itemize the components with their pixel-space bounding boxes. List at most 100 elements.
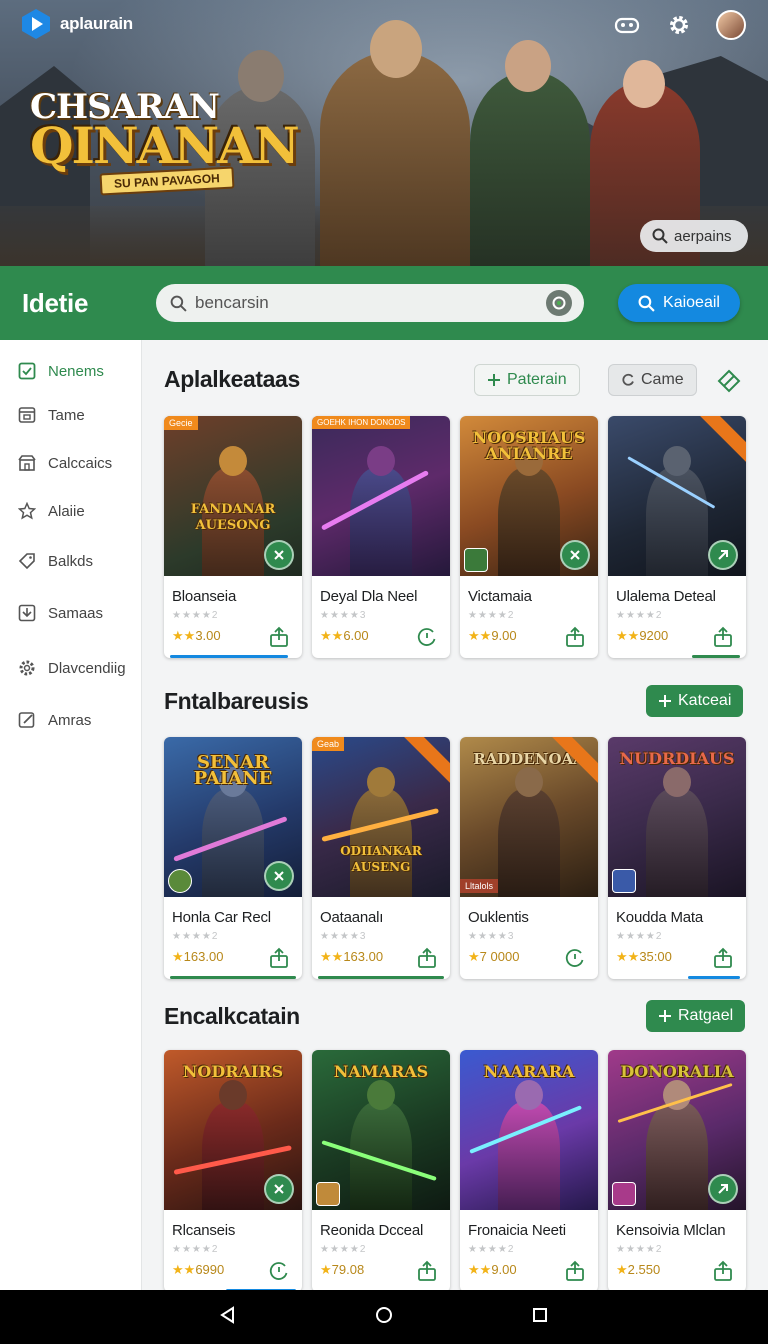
- gear-icon: [19, 660, 35, 676]
- game-card[interactable]: FANDANAR AUESONG Gecie Bloanseia ★★★★2 ★…: [164, 416, 302, 658]
- close-icon[interactable]: [264, 861, 294, 891]
- share-icon[interactable]: [416, 1260, 438, 1282]
- sidebar-item-tame[interactable]: Tame: [18, 406, 85, 424]
- sidebar-item-nenems[interactable]: Nenems: [18, 362, 104, 380]
- game-card[interactable]: GOEHK IHON DONODS Deyal Dla Neel ★★★★3 ★…: [312, 416, 450, 658]
- game-cover-title: SENAR PAIANE: [193, 752, 273, 789]
- game-rating: ★★★★2: [616, 610, 663, 621]
- page-title: Idetie: [22, 287, 89, 318]
- game-card[interactable]: ODIIANKAR AUSENG Geab Oataanalı ★★★★3 ★★…: [312, 737, 450, 979]
- game-cover: ODIIANKAR AUSENG Geab: [312, 737, 450, 897]
- plus-icon: [659, 1010, 671, 1022]
- progress-bar: [692, 655, 740, 658]
- section-add-label: Katceai: [678, 692, 732, 709]
- share-icon[interactable]: [416, 947, 438, 969]
- back-icon[interactable]: [218, 1305, 238, 1330]
- sidebar-item-dlavcendiig[interactable]: Dlavcendiig: [18, 659, 126, 677]
- section-title: Fntalbareusis: [164, 688, 309, 714]
- window-icon: [18, 407, 36, 423]
- share-icon[interactable]: [712, 626, 734, 648]
- sidebar-item-samaas[interactable]: Samaas: [18, 604, 103, 622]
- share-icon[interactable]: [268, 947, 290, 969]
- section-add-label: Ratgael: [678, 1007, 734, 1024]
- game-card[interactable]: Ulalema Deteal ★★★★2 ★★9200: [608, 416, 746, 658]
- progress-bar: [688, 976, 740, 979]
- gear-icon[interactable]: [664, 10, 694, 40]
- game-cover: GOEHK IHON DONODS: [312, 416, 450, 576]
- game-rating: ★★★★2: [468, 1244, 515, 1255]
- close-icon[interactable]: [264, 1174, 294, 1204]
- close-icon[interactable]: [264, 540, 294, 570]
- game-thumb: [464, 548, 488, 572]
- section-filter-button[interactable]: Came: [608, 364, 697, 396]
- voice-search-icon[interactable]: [546, 290, 572, 316]
- sidebar-item-balkds[interactable]: Balkds: [18, 552, 93, 570]
- share-icon[interactable]: [268, 626, 290, 648]
- game-card[interactable]: NOOSRIAUS ANIANRE Victamaia ★★★★2 ★★9.00: [460, 416, 598, 658]
- game-cover-title: FANDANAR AUESONG: [190, 502, 276, 533]
- game-name: Ulalema Deteal: [616, 588, 716, 605]
- game-cover-title: NUDRDIAUS: [619, 749, 735, 768]
- hero-search-button[interactable]: aerpains: [640, 220, 748, 252]
- game-card[interactable]: DONORALIA Kensoivia Mlclan ★★★★2 ★2.550: [608, 1050, 746, 1292]
- hero-banner: aplaurain CHSARAN QINANAN SU PAN PAVAGOH…: [0, 0, 768, 266]
- game-price: ★★6990: [172, 1262, 225, 1277]
- section-filter-label: Came: [641, 371, 684, 388]
- sidebar-item-alaiie[interactable]: Alaiie: [18, 502, 85, 520]
- download-box-icon: [18, 604, 36, 622]
- recents-icon[interactable]: [530, 1305, 550, 1330]
- share-icon[interactable]: [564, 626, 586, 648]
- progress-bar: [318, 976, 444, 979]
- sidebar-item-label: Alaiie: [48, 502, 85, 520]
- section-add-button[interactable]: Katceai: [646, 685, 744, 717]
- app-name: aplaurain: [60, 14, 133, 33]
- gamepad-icon[interactable]: [612, 10, 642, 40]
- share-icon[interactable]: [564, 1260, 586, 1282]
- game-card[interactable]: NUDRDIAUS Koudda Mata ★★★★2 ★★35:00: [608, 737, 746, 979]
- sidebar-item-label: Tame: [48, 406, 85, 424]
- game-thumb: [316, 1182, 340, 1206]
- game-card[interactable]: RADDENOAA Lltalols Ouklentis ★★★★3 ★7 00…: [460, 737, 598, 979]
- section-add-button[interactable]: Paterain: [474, 364, 580, 396]
- game-card[interactable]: NODRAIRS Rlcanseis ★★★★2 ★★6990: [164, 1050, 302, 1292]
- game-rating: ★★★★2: [616, 1244, 663, 1255]
- game-card[interactable]: NAARARA Fronaicia Neeti ★★★★2 ★★9.00: [460, 1050, 598, 1292]
- game-logo: CHSARAN QINANAN SU PAN PAVAGOH: [30, 90, 300, 196]
- game-cover-title: DONORALIA: [620, 1062, 734, 1081]
- game-thumb: [612, 1182, 636, 1206]
- game-cover: NAMARAS: [312, 1050, 450, 1210]
- user-avatar[interactable]: [716, 10, 746, 40]
- game-card[interactable]: SENAR PAIANE Honla Car Recl ★★★★2 ★163.0…: [164, 737, 302, 979]
- top-action-button[interactable]: Kaioeail: [618, 284, 740, 322]
- plus-icon: [488, 374, 500, 386]
- game-name: Ouklentis: [468, 909, 529, 926]
- refresh-icon[interactable]: [416, 626, 438, 648]
- close-icon[interactable]: [560, 540, 590, 570]
- game-tag: Lltalols: [460, 879, 499, 893]
- game-card[interactable]: NAMARAS Reonida Dcceal ★★★★2 ★79.08: [312, 1050, 450, 1292]
- refresh-icon[interactable]: [268, 1260, 290, 1282]
- refresh-icon[interactable]: [564, 947, 586, 969]
- game-rating: ★★★★3: [320, 931, 367, 942]
- share-icon[interactable]: [708, 1174, 738, 1204]
- app-brand[interactable]: aplaurain: [20, 8, 133, 40]
- share-icon[interactable]: [712, 947, 734, 969]
- game-cover-title: NODRAIRS: [182, 1062, 284, 1081]
- game-price: ★2.550: [616, 1262, 661, 1277]
- ribbon-badge: [403, 737, 450, 786]
- sidebar-item-calccaics[interactable]: Calccaics: [18, 454, 112, 472]
- sidebar-item-label: Dlavcendiig: [48, 659, 126, 677]
- sidebar-item-label: Amras: [48, 711, 92, 729]
- pin-icon[interactable]: [716, 368, 742, 399]
- share-icon[interactable]: [708, 540, 738, 570]
- share-icon[interactable]: [712, 1260, 734, 1282]
- game-rating: ★★★★2: [320, 1244, 367, 1255]
- home-icon[interactable]: [374, 1305, 394, 1330]
- game-name: Oataanalı: [320, 909, 384, 926]
- game-price: ★★6.00: [320, 628, 369, 643]
- search-input[interactable]: bencarsin: [156, 284, 584, 322]
- tag-icon: [18, 553, 35, 570]
- sidebar-item-amras[interactable]: Amras: [18, 711, 91, 729]
- section-add-button[interactable]: Ratgael: [646, 1000, 746, 1032]
- top-bar: Idetie bencarsin Kaioeail: [0, 266, 768, 340]
